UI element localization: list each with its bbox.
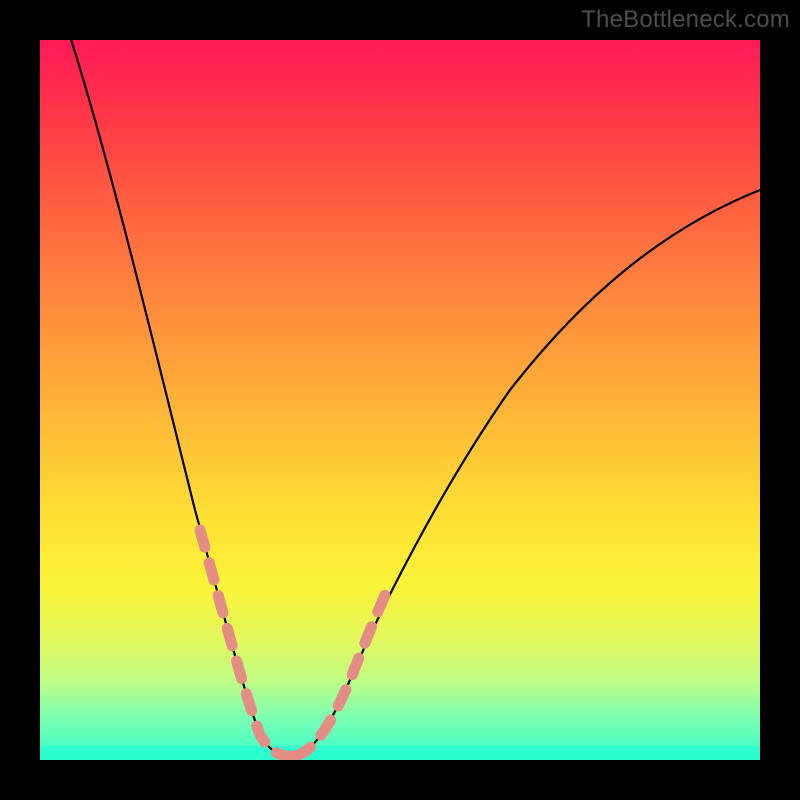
plot-area [40, 40, 760, 760]
watermark-text: TheBottleneck.com [581, 6, 790, 34]
bottleneck-curve [68, 40, 760, 756]
highlight-dots-right [295, 595, 385, 756]
highlight-dots-left [200, 530, 295, 756]
chart-frame: TheBottleneck.com [0, 0, 800, 800]
curve-svg [40, 40, 760, 760]
